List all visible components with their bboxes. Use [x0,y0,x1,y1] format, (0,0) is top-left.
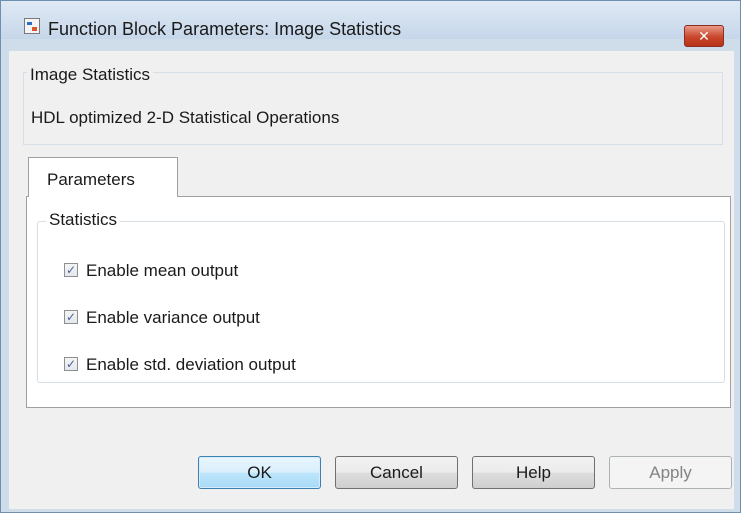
title-bar[interactable]: Function Block Parameters: Image Statist… [1,1,740,47]
tab-parameters-label: Parameters [47,170,135,189]
enable-mean-output-label[interactable]: Enable mean output [86,261,238,281]
tab-parameters[interactable]: Parameters [28,157,178,197]
checkbox-checked-icon[interactable]: ✓ [64,357,78,371]
checkbox-checked-icon[interactable]: ✓ [64,310,78,324]
dialog-window: Function Block Parameters: Image Statist… [0,0,741,513]
description-group-title: Image Statistics [27,65,153,85]
close-button[interactable]: ✕ [684,25,724,47]
parameters-panel: ✓ Enable mean output ✓ Enable variance o… [26,196,731,408]
help-button[interactable]: Help [472,456,595,489]
window-title: Function Block Parameters: Image Statist… [48,19,402,39]
close-icon: ✕ [698,28,710,44]
simulink-block-icon [24,18,40,34]
enable-std-deviation-output-label[interactable]: Enable std. deviation output [86,355,296,375]
ok-button[interactable]: OK [198,456,321,489]
dialog-body: Image Statistics HDL optimized 2-D Stati… [9,51,734,509]
apply-button[interactable]: Apply [609,456,732,489]
enable-variance-output-label[interactable]: Enable variance output [86,308,260,328]
statistics-group: ✓ Enable mean output ✓ Enable variance o… [37,221,725,383]
cancel-button[interactable]: Cancel [335,456,458,489]
statistics-group-title: Statistics [46,210,121,230]
checkbox-checked-icon[interactable]: ✓ [64,263,78,277]
block-description: HDL optimized 2-D Statistical Operations [31,108,340,127]
